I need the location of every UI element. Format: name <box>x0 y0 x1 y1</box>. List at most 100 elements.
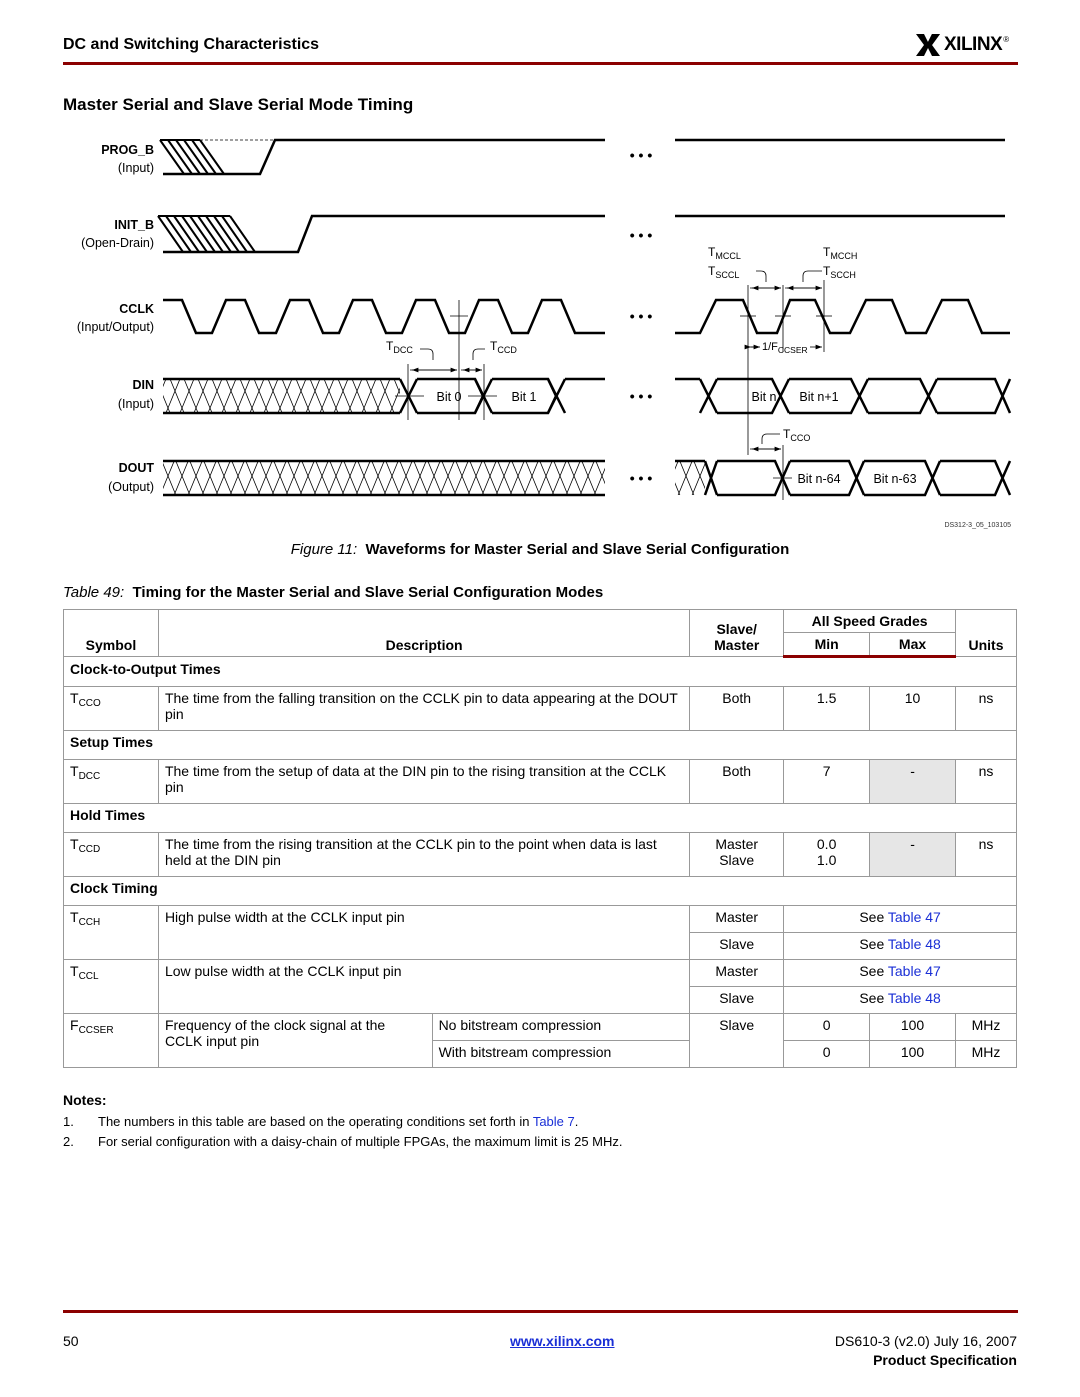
signal-name: DOUT <box>119 461 155 475</box>
table-row: TCCD The time from the rising transition… <box>63 832 1018 877</box>
signal-dir: (Input) <box>118 161 154 175</box>
table-48-link[interactable]: Table 48 <box>888 936 941 952</box>
table-row: TDCC The time from the setup of data at … <box>63 759 1018 804</box>
dout-bit-label: Bit n-64 <box>797 472 840 486</box>
footer-rule <box>63 1310 1018 1313</box>
description-cell: Low pulse width at the CCLK input pin <box>157 959 691 1014</box>
max-cell: 10 <box>869 686 956 731</box>
din-waveform <box>163 377 1012 415</box>
col-min: Min <box>783 632 871 658</box>
section-title: Master Serial and Slave Serial Mode Timi… <box>63 95 414 114</box>
min-cell: 0 <box>783 1040 871 1068</box>
col-symbol: Symbol <box>63 609 159 657</box>
min-cell: 1.5 <box>783 686 871 731</box>
xilinx-x-icon <box>916 34 940 56</box>
din-bit-label: Bit 1 <box>511 390 536 404</box>
page-number: 50 <box>63 1333 79 1349</box>
din-bit-label: Bit n+1 <box>799 390 838 404</box>
dout-bit-label: Bit n-63 <box>873 472 916 486</box>
symbol-cell: TCCL <box>63 959 159 1014</box>
units-cell: MHz <box>954 1040 1018 1068</box>
units-cell: ns <box>954 832 1018 877</box>
mode-cell: Master Slave <box>689 832 785 877</box>
col-units: Units <box>954 609 1018 657</box>
max-cell: 100 <box>869 1040 956 1068</box>
reference-cell: See Table 47 <box>783 905 1017 933</box>
mode-cell: Both <box>689 759 785 804</box>
description-cell: The time from the rising transition at t… <box>157 832 691 877</box>
description-cell: The time from the falling transition on … <box>157 686 691 731</box>
table-row: TCCO The time from the falling transitio… <box>63 686 1018 731</box>
table-48-link[interactable]: Table 48 <box>888 990 941 1006</box>
symbol-cell: TCCH <box>63 905 159 960</box>
signal-name: INIT_B <box>114 218 154 232</box>
table-7-link[interactable]: Table 7 <box>533 1114 575 1129</box>
symbol-cell: TDCC <box>63 759 159 804</box>
section-row: Hold Times <box>63 803 1017 833</box>
description-cell: Frequency of the clock signal at the CCL… <box>157 1013 433 1068</box>
figure-id: DS312-3_05_103105 <box>944 522 1011 529</box>
min-cell: 0 <box>783 1013 871 1041</box>
section-row: Clock Timing <box>63 876 1017 906</box>
tsccl-label: TSCCL <box>708 264 739 280</box>
din-bit-label: Bit n <box>751 390 776 404</box>
condition-cell: No bitstream compression <box>431 1013 691 1041</box>
timing-table: Symbol Description Slave/ Master All Spe… <box>63 609 1018 1068</box>
note-item: 2. For serial configuration with a daisy… <box>63 1134 623 1149</box>
table-caption: Table 49: Timing for the Master Serial a… <box>63 584 604 601</box>
signal-name: PROG_B <box>101 143 154 157</box>
cclk-waveform <box>163 298 1010 335</box>
mode-cell: Slave <box>689 986 785 1014</box>
col-speed-grades: All Speed Grades <box>783 609 956 633</box>
table-row: TCCH High pulse width at the CCLK input … <box>63 905 1017 960</box>
xilinx-website-link[interactable]: www.xilinx.com <box>510 1333 615 1349</box>
units-cell: ns <box>954 759 1018 804</box>
document-id: DS610-3 (v2.0) July 16, 2007 <box>834 1333 1017 1349</box>
condition-cell: With bitstream compression <box>431 1040 691 1068</box>
reference-cell: See Table 48 <box>783 932 1017 960</box>
document-type: Product Specification <box>873 1352 1017 1368</box>
registered-mark: ® <box>1003 34 1010 44</box>
table-47-link[interactable]: Table 47 <box>888 963 941 979</box>
description-cell: High pulse width at the CCLK input pin <box>157 905 691 960</box>
note-item: 1. The numbers in this table are based o… <box>63 1114 579 1129</box>
max-cell: - <box>869 759 956 804</box>
mode-cell: Both <box>689 686 785 731</box>
mode-cell: Slave <box>689 1013 785 1068</box>
prog-b-waveform <box>159 138 1005 176</box>
fccser-label: 1/FCCSER <box>762 341 808 355</box>
ellipsis: • • • <box>630 470 653 486</box>
xilinx-logo: XILINX ® <box>914 30 1009 60</box>
signal-dir: (Output) <box>108 480 154 494</box>
table-notes: Notes: 1. The numbers in this table are … <box>63 1092 623 1154</box>
notes-title: Notes: <box>63 1092 107 1108</box>
max-cell: 100 <box>869 1013 956 1041</box>
tcco-label: TCCO <box>783 427 810 443</box>
din-bit-label: Bit 0 <box>436 390 461 404</box>
min-cell: 0.0 1.0 <box>783 832 871 877</box>
mode-cell: Slave <box>689 932 785 960</box>
mode-cell: Master <box>689 905 785 933</box>
signal-dir: (Input/Output) <box>77 320 154 334</box>
xilinx-logo-text: XILINX <box>944 34 1003 55</box>
table-47-link[interactable]: Table 47 <box>888 909 941 925</box>
ellipsis: • • • <box>630 388 653 404</box>
figure-caption: Figure 11: Waveforms for Master Serial a… <box>290 541 790 558</box>
description-cell: The time from the setup of data at the D… <box>157 759 691 804</box>
units-cell: MHz <box>954 1013 1018 1041</box>
reference-cell: See Table 48 <box>783 986 1017 1014</box>
header-rule <box>63 62 1018 65</box>
tmccl-label: TMCCL <box>708 245 741 261</box>
tmcch-label: TMCCH <box>823 245 857 261</box>
max-cell: - <box>869 832 956 877</box>
mode-cell: Master <box>689 959 785 987</box>
section-row: Setup Times <box>63 730 1017 760</box>
tscch-label: TSCCH <box>823 264 856 280</box>
units-cell: ns <box>954 686 1018 731</box>
reference-cell: See Table 47 <box>783 959 1017 987</box>
timing-diagram: PROG_B (Input) INIT_B (Open-Drain) CCLK … <box>77 138 1012 529</box>
col-description: Description <box>157 609 691 657</box>
signal-dir: (Input) <box>118 397 154 411</box>
init-b-waveform <box>157 214 1005 254</box>
ellipsis: • • • <box>630 308 653 324</box>
